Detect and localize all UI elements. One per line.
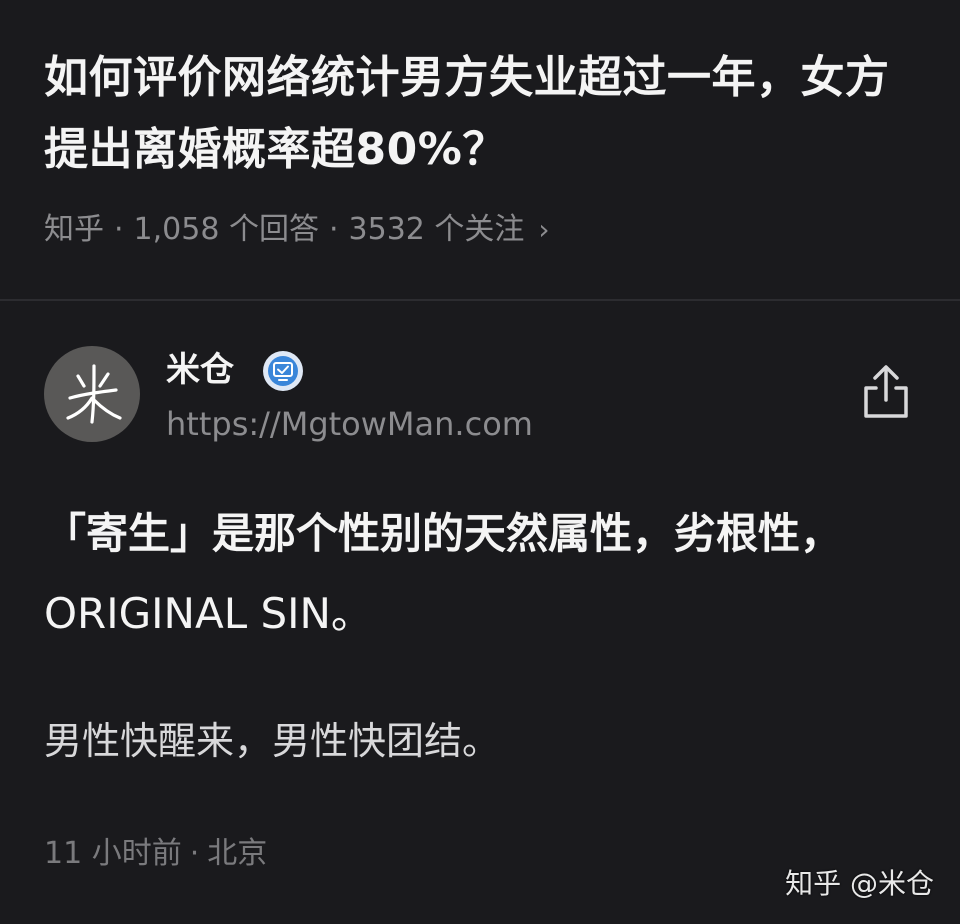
answer-text: ORIGINAL SIN。 xyxy=(44,589,373,638)
meta-separator: · xyxy=(328,212,339,247)
follower-count: 3532 个关注 xyxy=(348,212,525,247)
avatar-calligraphy-icon xyxy=(66,364,122,424)
post-time: 11 小时前 xyxy=(44,836,182,871)
source-label: 知乎 xyxy=(44,212,104,247)
verified-badge-icon xyxy=(263,351,303,391)
share-icon[interactable] xyxy=(858,362,914,422)
footer-separator: · xyxy=(189,836,200,871)
chevron-right-icon[interactable]: › xyxy=(538,213,549,246)
divider xyxy=(0,299,960,301)
answer-footer: 11 小时前 · 北京 xyxy=(44,834,267,874)
watermark: 知乎 @米仓 xyxy=(785,867,934,900)
answer-text: 「寄生」是那个性别的天然属性，劣根性， xyxy=(44,509,843,558)
meta-separator: · xyxy=(114,212,124,247)
question-title[interactable]: 如何评价网络统计男方失业超过一年，女方提出离婚概率超80%？ xyxy=(44,42,924,186)
answer-paragraph: 男性快醒来，男性快团结。 xyxy=(44,719,501,763)
question-meta[interactable]: 知乎 · 1,058 个回答 · 3532 个关注 › xyxy=(44,210,550,250)
avatar[interactable] xyxy=(44,346,140,442)
author-name[interactable]: 米仓 xyxy=(166,348,234,392)
post-location: 北京 xyxy=(207,836,268,871)
author-bio: https://MgtowMan.com xyxy=(166,405,533,443)
question-header: 如何评价网络统计男方失业超过一年，女方提出离婚概率超80%？ 知乎 · 1,058 … xyxy=(0,0,960,300)
answer-count: 1,058 个回答 xyxy=(133,212,319,247)
